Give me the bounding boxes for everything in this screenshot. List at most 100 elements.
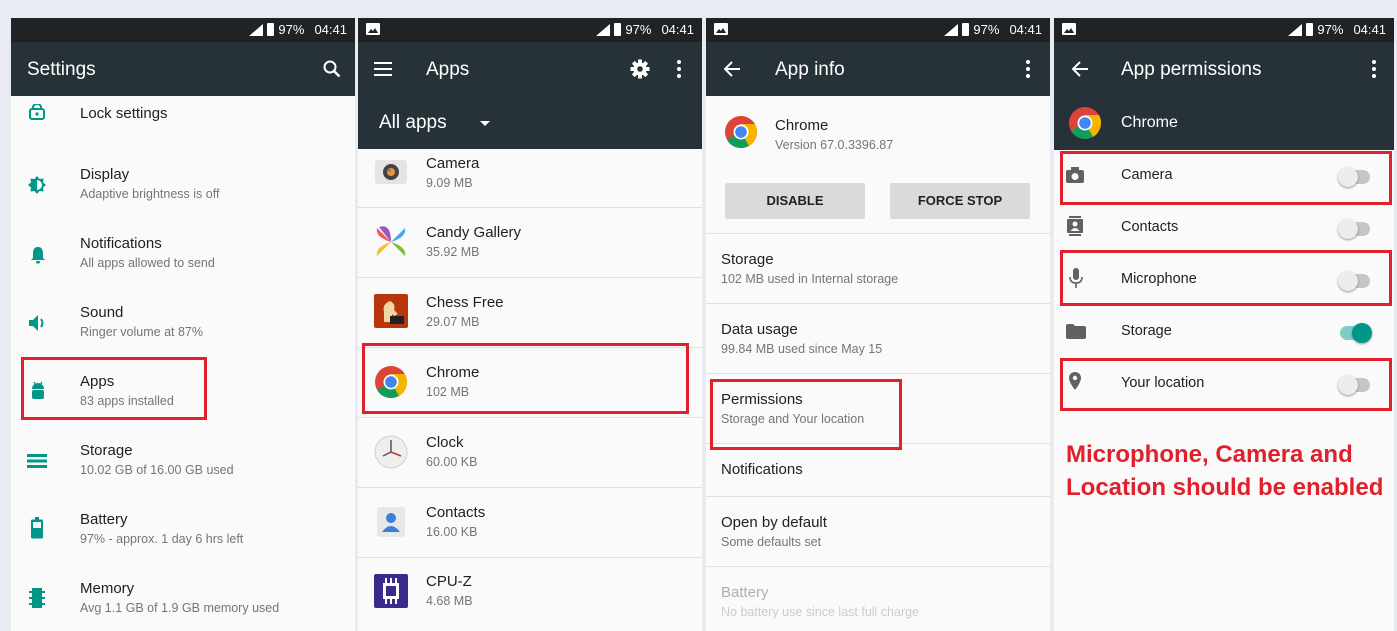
search-icon[interactable] [323,60,341,78]
page-title: Apps [426,59,470,80]
disable-button[interactable]: DISABLE [725,183,865,219]
app-name: Chess Free [426,294,504,311]
permission-row-storage[interactable]: Storage [1054,306,1394,358]
app-list-item-candy-gallery[interactable]: Candy Gallery 35.92 MB [358,208,702,278]
back-arrow-icon[interactable] [724,61,740,77]
highlight-location [1060,358,1392,411]
status-bar: 97% 04:41 [358,18,702,42]
signal-icon [247,23,264,36]
more-options-icon[interactable] [1372,60,1376,78]
chevron-down-icon [480,121,490,126]
status-bar: 97% 04:41 [706,18,1050,42]
app-info-item-storage[interactable]: Storage 102 MB used in Internal storage [706,234,1050,303]
gear-icon[interactable] [630,59,650,79]
bell-icon [31,247,45,264]
settings-item-title: Battery [80,511,128,528]
app-size: 60.00 KB [426,455,478,469]
app-info-item-battery: Battery No battery use since last full c… [706,567,1050,631]
app-info-item-title: Open by default [721,514,827,531]
app-list-item-chess-free[interactable]: Chess Free 29.07 MB [358,278,702,348]
permission-toggle-contacts[interactable] [1338,219,1370,239]
apps-filter-bar[interactable]: All apps [358,96,702,149]
app-permissions-header: Chrome [1054,96,1394,150]
app-name: Candy Gallery [426,224,522,241]
settings-item-subtitle: 97% - approx. 1 day 6 hrs left [80,532,244,546]
clock-time: 04:41 [1353,22,1386,37]
app-name: CPU-Z [426,573,472,590]
settings-item-memory[interactable]: Memory Avg 1.1 GB of 1.9 GB memory used [11,570,355,631]
app-list-item-clock[interactable]: Clock 60.00 KB [358,418,702,488]
app-size: 16.00 KB [426,525,478,539]
notification-image-icon [366,23,380,35]
app-info-item-title: Storage [721,251,774,268]
memory-icon [29,588,45,608]
settings-item-title: Sound [80,304,124,321]
app-permissions-screen: 97% 04:41 App permissions Chrome Camera … [1054,18,1394,631]
app-size: 35.92 MB [426,245,480,259]
app-info-item-subtitle: Some defaults set [721,535,822,549]
clock-icon [374,435,408,469]
highlight-chrome [362,343,689,414]
permission-toggle-storage[interactable] [1340,323,1372,343]
highlight-camera [1060,151,1392,205]
camera-app-icon [374,155,408,189]
app-list-item-cpu-z[interactable]: CPU-Z 4.68 MB [358,558,702,631]
notification-image-icon [714,23,728,35]
settings-item-notifications[interactable]: Notifications All apps allowed to send [11,225,355,294]
highlight-permissions [710,379,902,450]
app-info-item-data-usage[interactable]: Data usage 99.84 MB used since May 15 [706,304,1050,373]
menu-icon[interactable] [374,62,392,76]
back-arrow-icon[interactable] [1072,61,1088,77]
annotation-note: Microphone, Camera and Location should b… [1066,441,1384,501]
permission-row-contacts[interactable]: Contacts [1054,202,1394,254]
more-options-icon[interactable] [677,60,681,78]
app-info-item-subtitle: No battery use since last full charge [721,605,920,619]
highlight-apps [21,357,207,420]
battery-percent: 97% [278,22,305,37]
app-info-item-open-by-default[interactable]: Open by default Some defaults set [706,497,1050,566]
clock-time: 04:41 [661,22,694,37]
settings-item-subtitle: 10.02 GB of 16.00 GB used [80,463,234,477]
settings-item-subtitle: Ringer volume at 87% [80,325,203,339]
app-name: Clock [426,434,464,451]
page-title: Settings [27,59,96,80]
app-size: 29.07 MB [426,315,480,329]
settings-item-title: Storage [80,442,133,459]
force-stop-button[interactable]: FORCE STOP [890,183,1030,219]
app-list-item-contacts[interactable]: Contacts 16.00 KB [358,488,702,558]
more-options-icon[interactable] [1026,60,1030,78]
status-bar: 97% 04:41 [1054,18,1394,42]
chess-icon [374,294,408,328]
app-info-item-title: Data usage [721,321,798,338]
settings-item-display[interactable]: Display Adaptive brightness is off [11,156,355,225]
permission-label: Contacts [1121,219,1179,235]
highlight-microphone [1060,250,1392,306]
status-bar: 97% 04:41 [11,18,355,42]
settings-item-storage[interactable]: Storage 10.02 GB of 16.00 GB used [11,432,355,501]
settings-item-battery[interactable]: Battery 97% - approx. 1 day 6 hrs left [11,501,355,570]
candy-gallery-icon [374,225,408,259]
apps-filter-dropdown[interactable]: All apps [379,112,447,134]
contacts-icon [1067,216,1083,236]
brightness-icon [28,176,46,194]
app-list-item-camera[interactable]: Camera 9.09 MB [358,149,702,207]
clock-time: 04:41 [1009,22,1042,37]
app-name: Contacts [426,504,486,521]
settings-app-bar: Settings [11,42,355,96]
settings-item-title: Notifications [80,235,162,252]
battery-icon [31,517,43,539]
signal-icon [1286,23,1303,36]
settings-item-title: Lock settings [80,105,168,122]
app-info-item-title: Battery [721,584,769,601]
battery-percent: 97% [1317,22,1344,37]
settings-item-subtitle: All apps allowed to send [80,256,215,270]
chrome-icon [1068,106,1102,140]
permission-label: Storage [1121,323,1172,339]
app-name: Chrome [1121,114,1178,131]
apps-app-bar: Apps [358,42,702,96]
app-info-item-notifications[interactable]: Notifications [706,444,1050,496]
settings-item-lock[interactable]: Lock settings [11,96,355,156]
clock-time: 04:41 [314,22,347,37]
settings-item-subtitle: Avg 1.1 GB of 1.9 GB memory used [80,601,280,615]
settings-item-sound[interactable]: Sound Ringer volume at 87% [11,294,355,363]
